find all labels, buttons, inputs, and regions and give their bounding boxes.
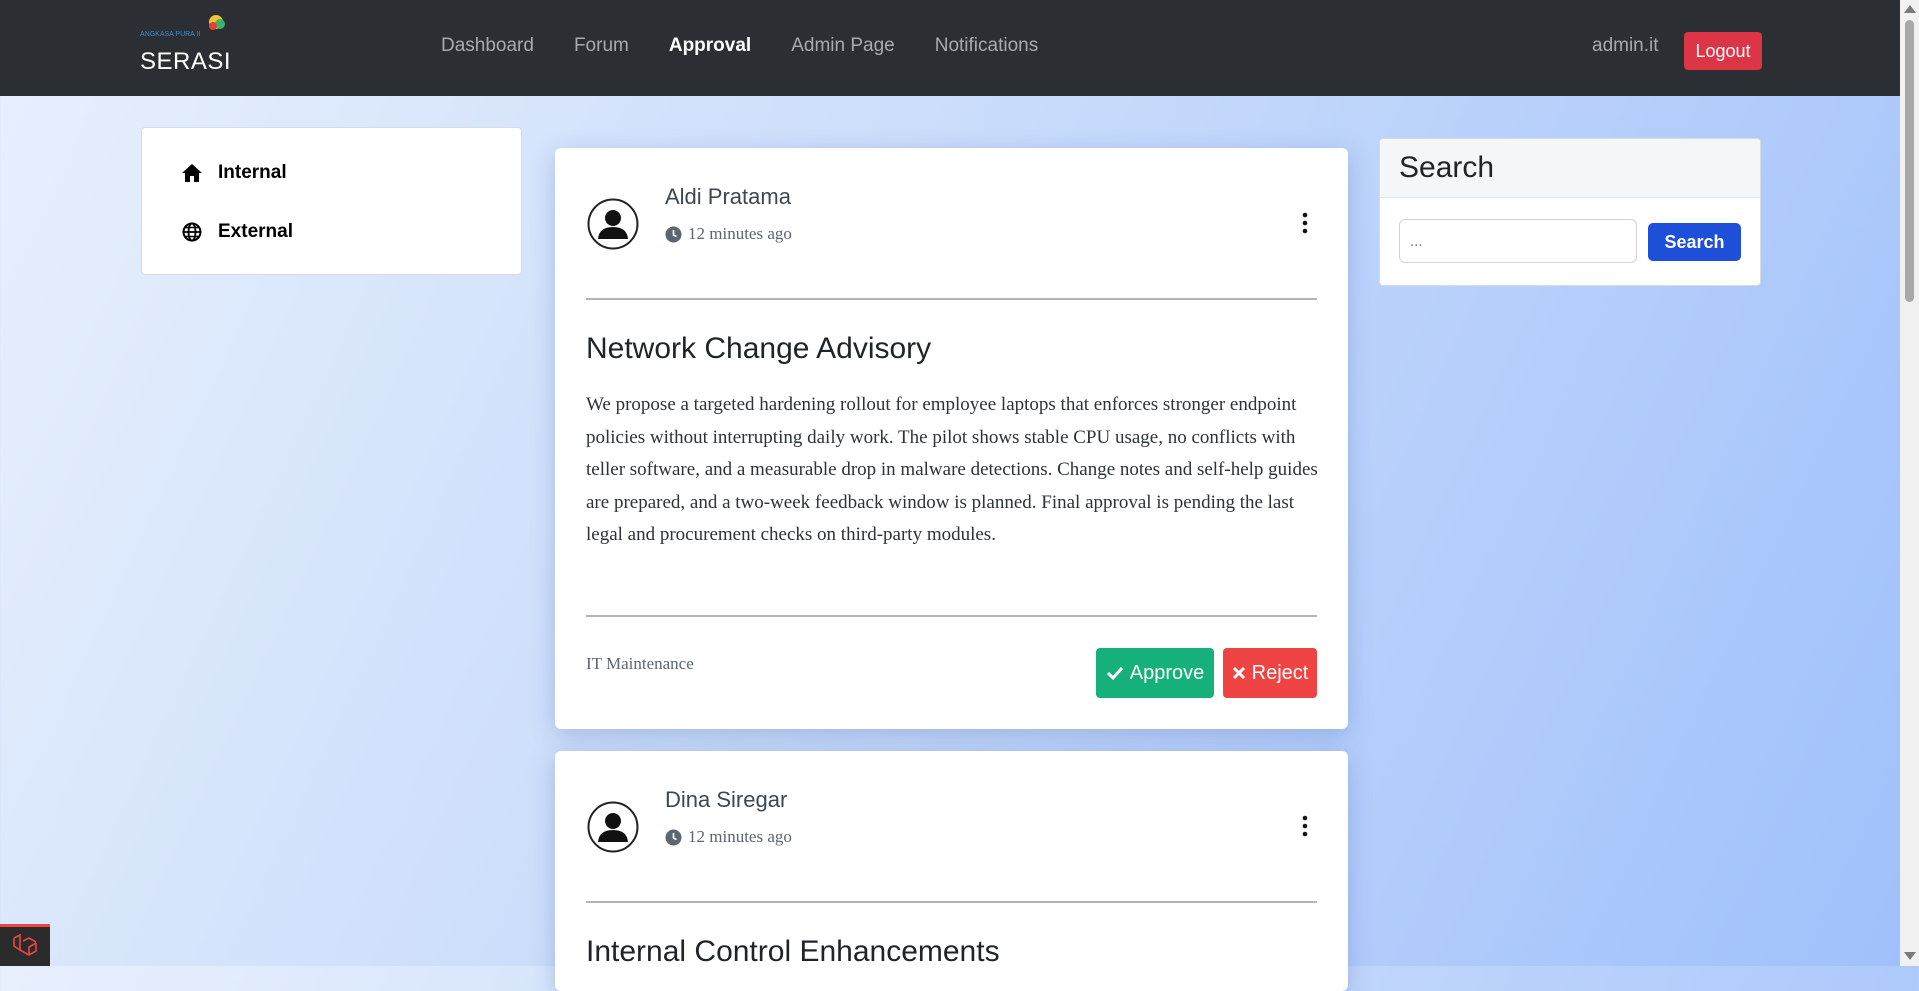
check-icon	[1106, 666, 1123, 681]
kebab-menu-icon[interactable]	[1300, 813, 1310, 839]
close-icon	[1232, 666, 1245, 680]
brand-logo: ANGKASA PURA II	[140, 15, 225, 38]
scroll-up-arrow-icon[interactable]	[1904, 5, 1916, 13]
search-header: Search	[1380, 139, 1760, 198]
sidebar-item-label: External	[218, 221, 293, 242]
sidebar-item-external[interactable]: External	[180, 220, 293, 244]
brand-logo-text: ANGKASA PURA II	[140, 31, 200, 38]
post-card: Aldi Pratama 12 minutes ago Network Chan…	[555, 148, 1348, 729]
reject-label: Reject	[1251, 661, 1309, 684]
nav-forum[interactable]: Forum	[574, 35, 629, 57]
search-widget: Search Search	[1379, 138, 1761, 286]
avatar-icon	[587, 801, 639, 853]
post-timestamp: 12 minutes ago	[665, 224, 792, 244]
post-title: Network Change Advisory	[586, 332, 932, 365]
post-title: Internal Control Enhancements	[586, 935, 1000, 968]
user-menu[interactable]: admin.it	[1592, 35, 1659, 57]
sidebar-item-internal[interactable]: Internal	[180, 161, 287, 185]
top-navbar: ANGKASA PURA II SERASI Dashboard Forum A…	[0, 0, 1900, 96]
globe-icon	[180, 220, 204, 244]
nav-dashboard[interactable]: Dashboard	[441, 35, 534, 57]
nav-notifications[interactable]: Notifications	[935, 35, 1039, 57]
reject-button[interactable]: Reject	[1223, 648, 1317, 698]
home-icon	[180, 161, 204, 185]
post-body: We propose a targeted hardening rollout …	[586, 394, 1318, 546]
laravel-logo-icon	[13, 933, 37, 956]
nav-admin-page[interactable]: Admin Page	[791, 35, 895, 57]
avatar-icon	[587, 198, 639, 250]
debugbar-toggle[interactable]	[0, 924, 50, 966]
approve-label: Approve	[1129, 661, 1205, 684]
post-time-text: 12 minutes ago	[688, 224, 792, 243]
sidebar-item-label: Internal	[218, 162, 287, 183]
kebab-menu-icon[interactable]	[1300, 210, 1310, 236]
search-title: Search	[1399, 151, 1495, 184]
post-time-text: 12 minutes ago	[688, 827, 792, 846]
divider	[586, 615, 1317, 617]
scroll-thumb[interactable]	[1905, 20, 1914, 302]
post-card: Dina Siregar 12 minutes ago Internal Con…	[555, 751, 1348, 991]
divider	[586, 298, 1317, 300]
divider	[586, 901, 1317, 903]
scroll-down-arrow-icon[interactable]	[1904, 952, 1916, 960]
post-category: IT Maintenance	[586, 654, 694, 673]
post-author[interactable]: Dina Siregar	[665, 787, 787, 813]
approve-button[interactable]: Approve	[1096, 648, 1214, 698]
post-author[interactable]: Aldi Pratama	[665, 184, 791, 210]
brand-name: SERASI	[140, 48, 232, 75]
category-sidebar: Internal External	[141, 127, 522, 275]
search-input[interactable]	[1399, 219, 1637, 263]
nav-approval[interactable]: Approval	[669, 35, 751, 57]
search-button[interactable]: Search	[1648, 223, 1741, 261]
clock-icon	[665, 829, 682, 845]
page-scrollbar[interactable]	[1900, 0, 1919, 966]
clock-icon	[665, 226, 682, 242]
main-nav: Dashboard Forum Approval Admin Page Noti…	[441, 35, 1038, 57]
post-timestamp: 12 minutes ago	[665, 827, 792, 847]
logout-button[interactable]: Logout	[1684, 32, 1762, 70]
